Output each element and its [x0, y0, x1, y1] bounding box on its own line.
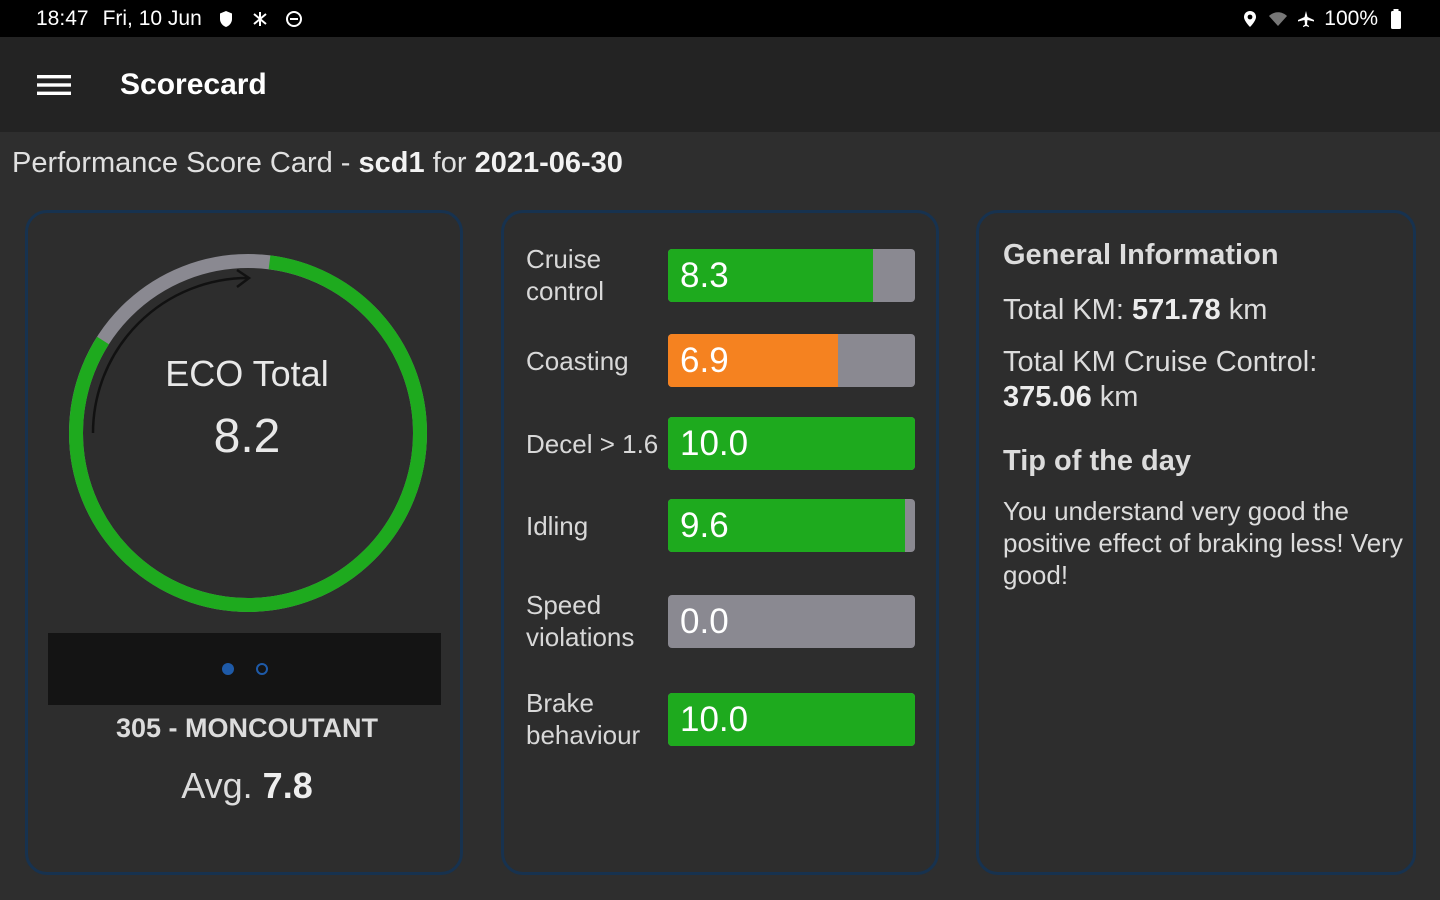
cruise-km: 375.06 km [1003, 380, 1403, 414]
page-indicator[interactable] [48, 633, 441, 705]
wifi-icon [1268, 9, 1288, 29]
hamburger-menu-icon[interactable] [0, 37, 110, 132]
metric-bar: 10.0 [668, 417, 915, 470]
heading-prefix: Performance Score Card - [12, 147, 359, 179]
heading-driver: scd1 [358, 147, 425, 179]
status-time: 18:47 [36, 6, 89, 30]
metric-bar: 6.9 [668, 334, 915, 387]
metric-value: 0.0 [680, 601, 729, 641]
location-icon [1240, 9, 1260, 29]
total-km-value: 571.78 [1131, 294, 1221, 326]
page-dot-active[interactable] [221, 663, 234, 675]
metric-value: 6.9 [680, 341, 729, 380]
eco-total-value: 8.2 [213, 410, 281, 463]
metric-label: Speed violations [526, 590, 635, 652]
metric-bar: 10.0 [668, 692, 915, 746]
metric-brake-behaviour: Brake behaviour 10.0 [526, 687, 920, 751]
eco-total-card[interactable]: ECO Total 8.2 305 - MONCOUTANT Avg. 7.8 [25, 210, 463, 875]
metric-value: 9.6 [680, 506, 729, 545]
metrics-card: Cruise control 8.3 Coasting 6.9 Decel > … [501, 210, 939, 875]
metric-cruise-control: Cruise control 8.3 [526, 243, 920, 307]
tip-title: Tip of the day [1003, 445, 1191, 477]
metric-coasting: Coasting 6.9 [526, 334, 920, 387]
heading-for: for [424, 147, 475, 179]
metric-value: 10.0 [680, 424, 749, 463]
page-dot-inactive[interactable] [255, 663, 268, 675]
metric-label: Idling [526, 510, 589, 541]
cruise-km-unit: km [1091, 381, 1139, 413]
do-not-disturb-icon [284, 9, 304, 29]
metric-label: Decel > 1.6 [526, 428, 659, 459]
average-score: Avg. 7.8 [28, 765, 466, 807]
shield-icon [216, 9, 236, 29]
battery-percent: 100% [1324, 6, 1378, 30]
battery-icon [1386, 8, 1406, 29]
status-date: Fri, 10 Jun [102, 6, 202, 30]
total-km-unit: km [1220, 294, 1268, 326]
cruise-km-value: 375.06 [1003, 381, 1092, 413]
metric-bar: 8.3 [668, 248, 915, 302]
page-title: Performance Score Card - scd1 for 2021-0… [12, 147, 623, 180]
app-bar: Scorecard [0, 37, 1440, 132]
total-km-label: Total KM: [1003, 294, 1132, 326]
metric-speed-violations: Speed violations 0.0 [526, 589, 920, 653]
tip-text: You understand very good the positive ef… [1003, 496, 1403, 590]
avg-value: 7.8 [262, 765, 313, 806]
total-km: Total KM: 571.78 km [1003, 293, 1403, 327]
site-name: 305 - MONCOUTANT [115, 713, 378, 743]
status-bar: 18:47 Fri, 10 Jun 100% [0, 0, 1440, 37]
metric-bar: 9.6 [668, 499, 915, 552]
cruise-km-label: Total KM Cruise Control: [1003, 346, 1318, 378]
eco-total-title: ECO Total [165, 353, 329, 394]
app-title: Scorecard [120, 67, 267, 101]
metric-value: 10.0 [680, 699, 749, 739]
metric-decel: Decel > 1.6 10.0 [526, 417, 920, 470]
heading-date: 2021-06-30 [474, 147, 623, 179]
metric-label: Cruise control [526, 244, 605, 306]
metric-label: Coasting [526, 345, 629, 376]
metric-value: 8.3 [680, 255, 729, 295]
notification-icon [250, 9, 270, 29]
general-info-card: General Information Total KM: 571.78 km … [976, 210, 1416, 875]
metric-idling: Idling 9.6 [526, 499, 920, 552]
avg-label: Avg. [181, 765, 263, 806]
general-info-title: General Information [1003, 239, 1279, 271]
metric-label: Brake behaviour [526, 688, 641, 750]
airplane-icon [1296, 9, 1316, 29]
metric-bar: 0.0 [668, 594, 915, 648]
